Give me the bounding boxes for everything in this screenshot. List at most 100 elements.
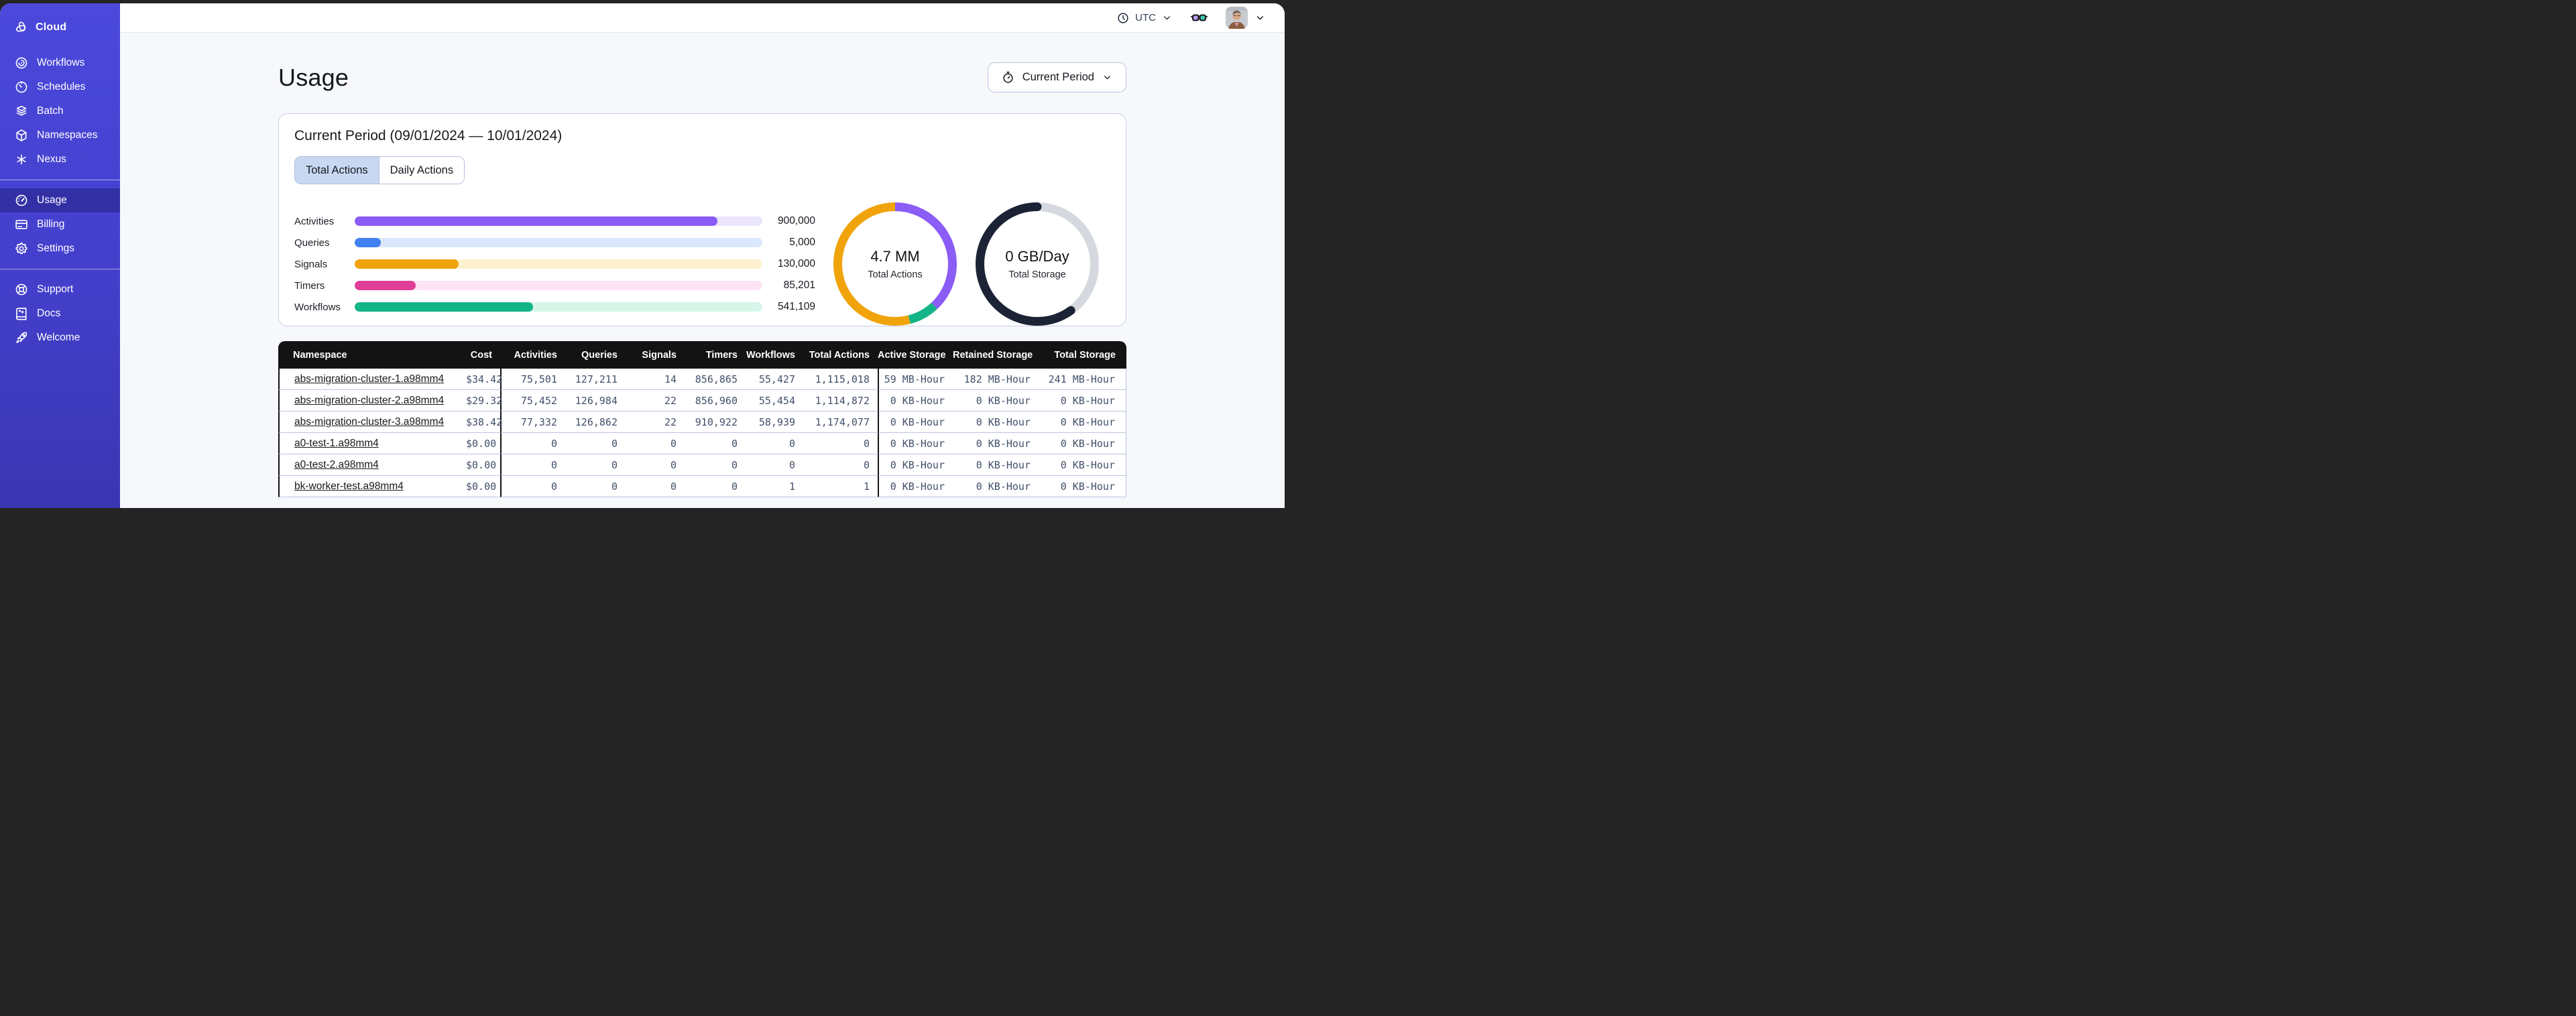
column-header: Queries: [565, 341, 626, 369]
feedback-glasses-button[interactable]: [1190, 9, 1208, 27]
value-cell: 1,115,018: [803, 369, 878, 390]
column-header: Retained Storage: [953, 341, 1039, 369]
usage-card-title: Current Period (09/01/2024 — 10/01/2024): [294, 128, 563, 143]
value-cell: 0: [500, 476, 565, 497]
namespace-link[interactable]: a0-test-1.a98mm4: [294, 438, 379, 449]
value-cell: 0 KB-Hour: [953, 411, 1039, 433]
schedules-icon: [14, 80, 29, 94]
donut-main-value: 0 GB/Day: [1005, 248, 1069, 265]
sidebar-item-docs[interactable]: Docs: [0, 302, 120, 326]
bar-row-workflows: Workflows 541,109: [294, 301, 815, 313]
column-header: Active Storage: [878, 341, 953, 369]
value-cell: 0: [565, 433, 626, 454]
timezone-selector[interactable]: UTC: [1116, 11, 1173, 25]
welcome-icon: [14, 330, 29, 345]
namespace-cell: bk-worker-test.a98mm4: [278, 476, 466, 497]
page-header: Usage Current Period: [278, 62, 1126, 92]
sidebar-item-label: Welcome: [37, 332, 80, 343]
sidebar-item-namespaces[interactable]: Namespaces: [0, 123, 120, 147]
value-cell: 77,332: [500, 411, 565, 433]
usage-icon: [14, 193, 29, 208]
column-header: Cost: [466, 341, 500, 369]
value-cell: 0: [500, 433, 565, 454]
value-cell: 0 KB-Hour: [953, 476, 1039, 497]
docs-icon: [14, 306, 29, 321]
namespace-link[interactable]: bk-worker-test.a98mm4: [294, 481, 404, 492]
namespaces-icon: [14, 128, 29, 143]
column-header: Workflows: [746, 341, 803, 369]
value-cell: 75,501: [500, 369, 565, 390]
actions-tab-group: Total Actions Daily Actions: [294, 156, 465, 184]
value-cell: 0: [746, 433, 803, 454]
table-row: bk-worker-test.a98mm4 $0.00 0 0 0 0 1 1 0 KB-Hou…: [278, 476, 1126, 497]
value-cell: 0: [685, 454, 746, 476]
sidebar-item-batch[interactable]: Batch: [0, 99, 120, 123]
sidebar-item-label: Nexus: [37, 153, 66, 165]
sidebar-item-support[interactable]: Support: [0, 277, 120, 302]
value-cell: 0: [685, 476, 746, 497]
table-header: Namespace Cost Activities Queries Signals Tim…: [278, 341, 1126, 369]
tab-daily-actions[interactable]: Daily Actions: [378, 157, 465, 184]
value-cell: 22: [626, 390, 685, 411]
value-cell: 126,984: [565, 390, 626, 411]
sidebar-collapse-button[interactable]: [93, 20, 108, 35]
sidebar-item-usage[interactable]: Usage: [0, 188, 120, 212]
bar-fill: [355, 302, 534, 312]
value-cell: 0 KB-Hour: [878, 411, 953, 433]
value-cell: $0.00: [466, 433, 500, 454]
sidebar-item-billing[interactable]: Billing: [0, 212, 120, 237]
value-cell: 0: [626, 476, 685, 497]
value-cell: 0 KB-Hour: [1039, 411, 1126, 433]
sidebar-item-welcome[interactable]: Welcome: [0, 326, 120, 350]
bar-value: 85,201: [783, 279, 815, 291]
nexus-icon: [14, 152, 29, 167]
value-cell: 126,862: [565, 411, 626, 433]
value-cell: 0: [803, 454, 878, 476]
billing-icon: [14, 217, 29, 232]
namespace-usage-table: Namespace Cost Activities Queries Signals Tim…: [278, 341, 1126, 497]
value-cell: 241 MB-Hour: [1039, 369, 1126, 390]
value-cell: 0 KB-Hour: [878, 454, 953, 476]
value-cell: 0 KB-Hour: [1039, 433, 1126, 454]
value-cell: 58,939: [746, 411, 803, 433]
chevron-down-icon: [1102, 72, 1113, 83]
account-menu[interactable]: [1226, 7, 1266, 29]
namespace-cell: a0-test-1.a98mm4: [278, 433, 466, 454]
namespace-link[interactable]: abs-migration-cluster-1.a98mm4: [294, 373, 444, 385]
value-cell: 1,114,872: [803, 390, 878, 411]
namespace-link[interactable]: abs-migration-cluster-3.a98mm4: [294, 416, 444, 428]
bar-value: 130,000: [777, 258, 815, 269]
temporal-logo-icon: [14, 20, 29, 35]
bar-row-signals: Signals 130,000: [294, 258, 815, 270]
value-cell: 0: [565, 454, 626, 476]
brand-label: Cloud: [36, 21, 67, 33]
period-button-label: Current Period: [1022, 71, 1094, 83]
sidebar-item-workflows[interactable]: Workflows: [0, 51, 120, 75]
table-row: abs-migration-cluster-2.a98mm4 $29.32 75,4…: [278, 390, 1126, 411]
sidebar-item-label: Namespaces: [37, 129, 98, 141]
tab-total-actions[interactable]: Total Actions: [295, 157, 379, 184]
sidebar-item-nexus[interactable]: Nexus: [0, 147, 120, 172]
content-area: Usage Current Period Current Period (09/…: [120, 33, 1285, 508]
donut-sub-label: Total Storage: [1008, 269, 1066, 280]
value-cell: 0: [626, 433, 685, 454]
bar-label: Queries: [294, 237, 330, 249]
value-cell: 22: [626, 411, 685, 433]
bar-value: 900,000: [777, 215, 815, 227]
value-cell: 0 KB-Hour: [878, 390, 953, 411]
value-cell: 0: [803, 433, 878, 454]
namespace-cell: abs-migration-cluster-2.a98mm4: [278, 390, 466, 411]
namespace-link[interactable]: a0-test-2.a98mm4: [294, 459, 379, 470]
support-icon: [14, 282, 29, 297]
glasses-icon: [1190, 9, 1208, 27]
sidebar-item-schedules[interactable]: Schedules: [0, 75, 120, 99]
period-selector-button[interactable]: Current Period: [987, 62, 1126, 92]
namespace-link[interactable]: abs-migration-cluster-2.a98mm4: [294, 395, 444, 406]
namespace-cell: abs-migration-cluster-1.a98mm4: [278, 369, 466, 390]
usage-charts: Activities 900,000 Queries 5,000 Signals 130,…: [294, 202, 1110, 326]
donut-main-value: 4.7 MM: [870, 248, 920, 265]
bar-fill: [355, 238, 381, 247]
value-cell: 0 KB-Hour: [878, 433, 953, 454]
sidebar-item-settings[interactable]: Settings: [0, 237, 120, 261]
bar-track: [355, 259, 762, 269]
